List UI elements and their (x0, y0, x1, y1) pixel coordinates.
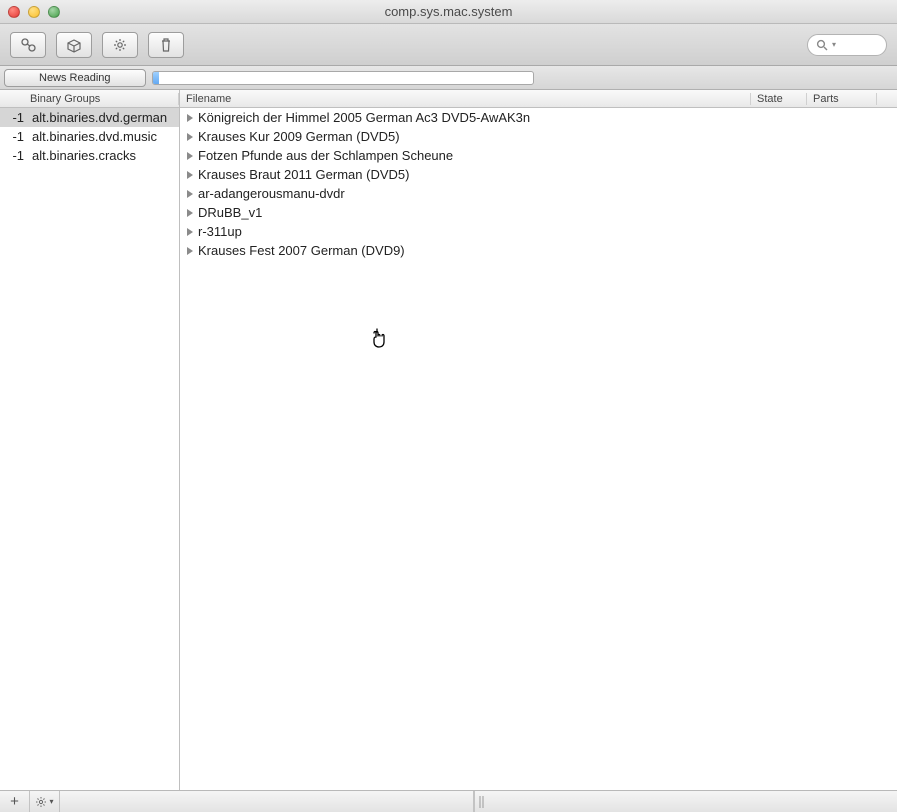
window-title: comp.sys.mac.system (0, 4, 897, 19)
group-row[interactable]: -1 alt.binaries.dvd.music (0, 127, 179, 146)
progress-fill (153, 72, 159, 84)
progress-bar (152, 71, 534, 85)
file-name: Fotzen Pfunde aus der Schlampen Scheune (198, 148, 453, 163)
news-reading-button[interactable]: News Reading (4, 69, 146, 87)
group-list: -1 alt.binaries.dvd.german -1 alt.binari… (0, 108, 179, 790)
file-row[interactable]: Königreich der Himmel 2005 German Ac3 DV… (180, 108, 897, 127)
gear-icon (111, 37, 129, 53)
settings-button[interactable] (102, 32, 138, 58)
subtoolbar: News Reading (0, 66, 897, 90)
connect-button[interactable] (10, 32, 46, 58)
titlebar: comp.sys.mac.system (0, 0, 897, 24)
disclosure-triangle-icon[interactable] (184, 226, 196, 238)
file-name: Krauses Fest 2007 German (DVD9) (198, 243, 405, 258)
add-group-button[interactable]: + (0, 791, 30, 812)
file-name: Krauses Kur 2009 German (DVD5) (198, 129, 400, 144)
sidebar: Binary Groups -1 alt.binaries.dvd.german… (0, 90, 180, 790)
group-count: -1 (4, 148, 24, 163)
minimize-window-button[interactable] (28, 6, 40, 18)
disclosure-triangle-icon[interactable] (184, 150, 196, 162)
group-name: alt.binaries.cracks (32, 148, 136, 163)
package-button[interactable] (56, 32, 92, 58)
news-reading-label: News Reading (39, 72, 111, 84)
file-row[interactable]: r-311up (180, 222, 897, 241)
sidebar-resize-grip[interactable] (474, 791, 488, 812)
close-window-button[interactable] (8, 6, 20, 18)
package-icon (65, 37, 83, 53)
disclosure-triangle-icon[interactable] (184, 188, 196, 200)
statusbar-main (488, 791, 897, 812)
toolbar: ▾ (0, 24, 897, 66)
file-name: DRuBB_v1 (198, 205, 262, 220)
group-count: -1 (4, 129, 24, 144)
disclosure-triangle-icon[interactable] (184, 169, 196, 181)
file-row[interactable]: ar-adangerousmanu-dvdr (180, 184, 897, 203)
content-split: Binary Groups -1 alt.binaries.dvd.german… (0, 90, 897, 790)
file-row[interactable]: DRuBB_v1 (180, 203, 897, 222)
disclosure-triangle-icon[interactable] (184, 207, 196, 219)
gear-small-icon (35, 796, 47, 808)
file-name: Königreich der Himmel 2005 German Ac3 DV… (198, 110, 530, 125)
file-name: r-311up (198, 224, 242, 239)
statusbar-spacer (60, 791, 474, 812)
group-name: alt.binaries.dvd.german (32, 110, 167, 125)
search-icon (816, 39, 828, 51)
disclosure-triangle-icon[interactable] (184, 131, 196, 143)
delete-button[interactable] (148, 32, 184, 58)
trash-icon (157, 37, 175, 53)
header-filename[interactable]: Filename (180, 93, 751, 105)
group-row[interactable]: -1 alt.binaries.dvd.german (0, 108, 179, 127)
file-row[interactable]: Krauses Kur 2009 German (DVD5) (180, 127, 897, 146)
zoom-window-button[interactable] (48, 6, 60, 18)
connect-icon (19, 37, 37, 53)
header-parts[interactable]: Parts (807, 93, 877, 105)
disclosure-triangle-icon[interactable] (184, 112, 196, 124)
group-row[interactable]: -1 alt.binaries.cracks (0, 146, 179, 165)
action-menu-button[interactable]: ▾ (30, 791, 60, 812)
search-field[interactable]: ▾ (807, 34, 887, 56)
file-row[interactable]: Krauses Fest 2007 German (DVD9) (180, 241, 897, 260)
file-row[interactable]: Fotzen Pfunde aus der Schlampen Scheune (180, 146, 897, 165)
statusbar: + ▾ (0, 790, 897, 812)
window-controls (8, 6, 60, 18)
file-name: Krauses Braut 2011 German (DVD5) (198, 167, 409, 182)
sidebar-header-row: Binary Groups (0, 90, 179, 108)
file-row[interactable]: Krauses Braut 2011 German (DVD5) (180, 165, 897, 184)
main-pane: Filename State Parts Königreich der Himm… (180, 90, 897, 790)
group-name: alt.binaries.dvd.music (32, 129, 157, 144)
file-list: Königreich der Himmel 2005 German Ac3 DV… (180, 108, 897, 790)
sidebar-header-binary-groups[interactable]: Binary Groups (0, 93, 179, 105)
group-count: -1 (4, 110, 24, 125)
header-state[interactable]: State (751, 93, 807, 105)
disclosure-triangle-icon[interactable] (184, 245, 196, 257)
file-header-row: Filename State Parts (180, 90, 897, 108)
file-name: ar-adangerousmanu-dvdr (198, 186, 345, 201)
